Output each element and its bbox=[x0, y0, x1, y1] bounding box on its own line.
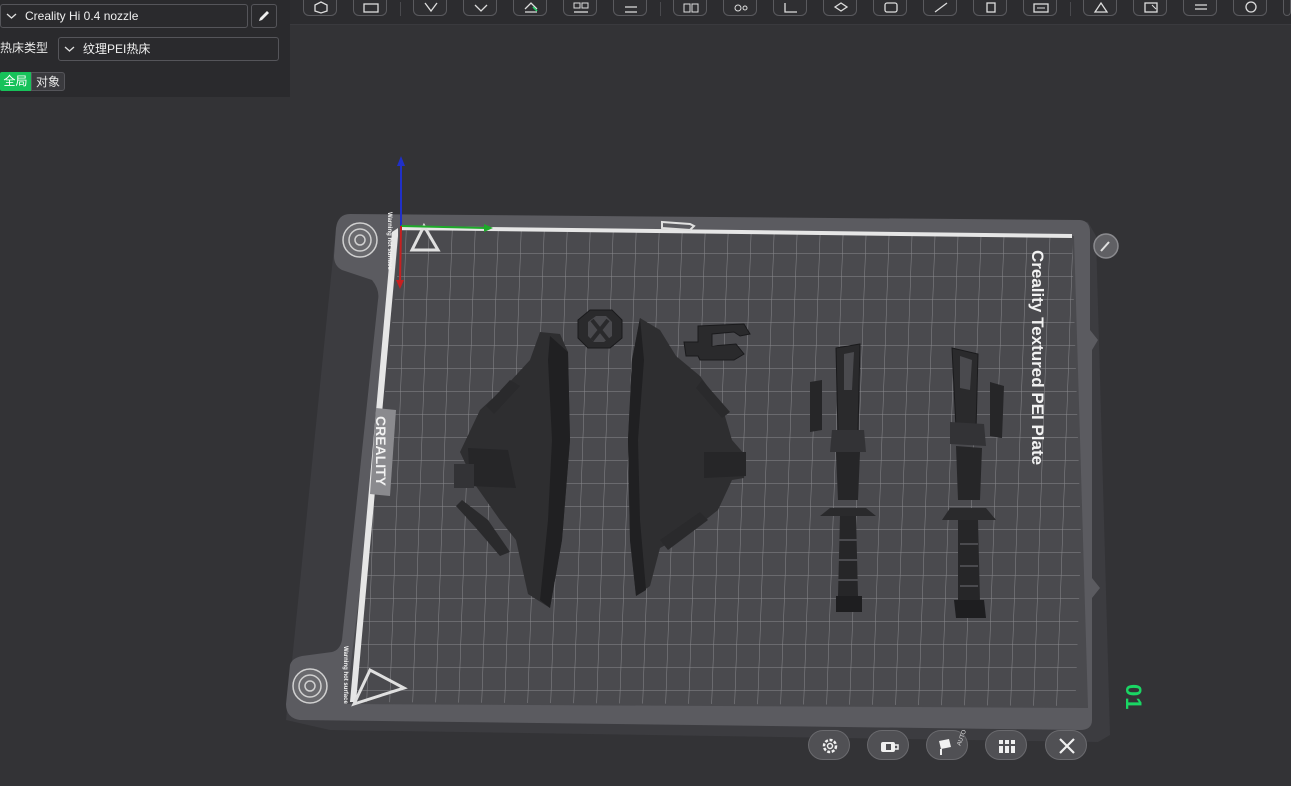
bed-type-label: 热床类型 bbox=[0, 41, 49, 55]
plate-warning-bottom: Warning hot surface bbox=[342, 646, 348, 704]
lay-flat-icon[interactable] bbox=[613, 0, 647, 16]
support-paint-icon[interactable] bbox=[873, 0, 907, 16]
auto-orient-icon[interactable] bbox=[513, 0, 547, 16]
bed-type-select[interactable]: 纹理PEI热床 bbox=[58, 37, 279, 61]
lock-icon bbox=[881, 742, 899, 752]
orient-all-icon bbox=[999, 740, 1015, 753]
auto-tag: AUTO bbox=[956, 729, 968, 747]
plate-brand: CREALITY bbox=[373, 416, 389, 487]
plate-warning-top: Warning hot surface bbox=[386, 212, 392, 270]
plate-auto-arrange-button[interactable]: AUTO bbox=[926, 729, 968, 760]
layout-icon[interactable] bbox=[563, 0, 597, 16]
add-object-icon[interactable] bbox=[303, 0, 337, 16]
plate-number: 01 bbox=[1121, 684, 1146, 711]
seam-paint-icon[interactable] bbox=[923, 0, 957, 16]
plate-title: Creality Textured PEI Plate bbox=[1028, 250, 1047, 465]
gear-icon bbox=[822, 738, 838, 754]
edit-printer-button[interactable] bbox=[251, 4, 277, 28]
model-ring[interactable] bbox=[577, 309, 623, 349]
arrange-icon[interactable] bbox=[463, 0, 497, 16]
plate-pencil-handle[interactable] bbox=[1093, 233, 1119, 259]
measure-icon[interactable] bbox=[973, 0, 1007, 16]
main-toolbar bbox=[290, 0, 1291, 25]
cut-icon[interactable] bbox=[773, 0, 807, 16]
auto-arrange-icon bbox=[939, 739, 951, 755]
plate-grid-icon[interactable] bbox=[353, 0, 387, 16]
build-plate-scene[interactable]: Creality Textured PEI Plate CREALITY War… bbox=[0, 0, 1291, 786]
pencil-icon bbox=[259, 11, 269, 21]
ruler-icon[interactable] bbox=[1083, 0, 1117, 16]
split-icon[interactable] bbox=[673, 0, 707, 16]
plane-icon[interactable] bbox=[823, 0, 857, 16]
chevron-down-icon bbox=[64, 46, 75, 52]
close-icon bbox=[1059, 738, 1075, 754]
3d-viewport[interactable]: Creality Textured PEI Plate CREALITY War… bbox=[0, 0, 1291, 786]
plate-orient-button[interactable] bbox=[985, 730, 1027, 760]
print-settings-panel: Creality Hi 0.4 nozzle 热床类型 纹理PEI热床 全局 对… bbox=[0, 0, 290, 97]
fingerprint-icon bbox=[342, 222, 378, 258]
box-icon[interactable] bbox=[1023, 0, 1057, 16]
printer-name: Creality Hi 0.4 nozzle bbox=[25, 9, 139, 23]
settings-icon[interactable] bbox=[723, 0, 757, 16]
bed-type-value: 纹理PEI热床 bbox=[83, 42, 151, 56]
scope-object-tab[interactable]: 对象 bbox=[31, 72, 65, 91]
plate-lock-button[interactable] bbox=[867, 730, 909, 760]
plate-delete-button[interactable] bbox=[1045, 730, 1087, 760]
orient-icon[interactable] bbox=[413, 0, 447, 16]
text-icon[interactable] bbox=[1183, 0, 1217, 16]
view-icon[interactable] bbox=[1233, 0, 1267, 16]
shell-icon[interactable] bbox=[1283, 0, 1291, 16]
printer-select[interactable]: Creality Hi 0.4 nozzle bbox=[0, 4, 248, 28]
scope-global-tab[interactable]: 全局 bbox=[0, 72, 31, 91]
fingerprint-icon-bottom bbox=[292, 668, 328, 704]
plate-settings-button[interactable] bbox=[808, 730, 850, 760]
chevron-down-icon bbox=[6, 13, 17, 19]
assembly-icon[interactable] bbox=[1133, 0, 1167, 16]
